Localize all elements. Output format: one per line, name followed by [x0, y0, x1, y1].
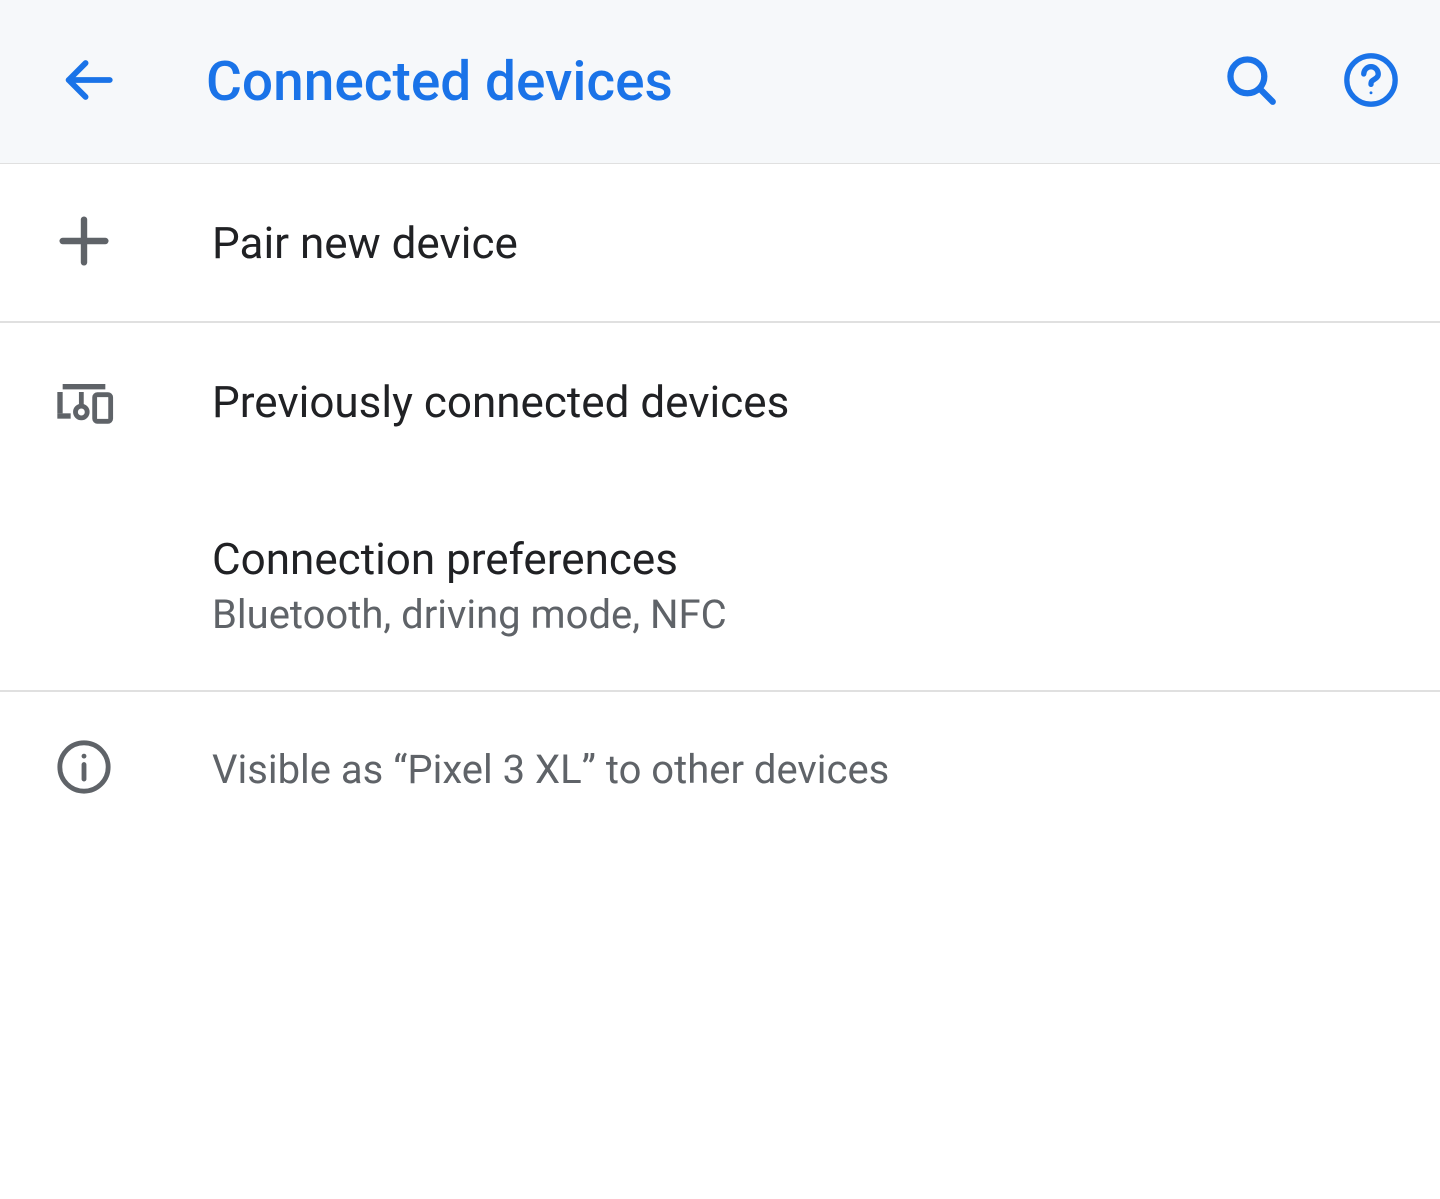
back-button[interactable]: [48, 42, 128, 122]
page-title: Connected devices: [206, 50, 1222, 114]
settings-list: Pair new device Previously connected dev…: [0, 164, 1440, 846]
connection-preferences-item[interactable]: Connection preferences Bluetooth, drivin…: [0, 480, 1440, 690]
previously-connected-item[interactable]: Previously connected devices: [0, 323, 1440, 480]
header-actions: [1222, 51, 1400, 113]
devices-icon: [52, 368, 116, 436]
prefs-title: Connection preferences: [212, 533, 727, 585]
back-arrow-icon: [59, 51, 117, 113]
info-icon: [55, 738, 113, 800]
header-bar: Connected devices: [0, 0, 1440, 164]
help-button[interactable]: [1342, 51, 1400, 113]
search-icon: [1222, 51, 1280, 113]
visibility-text: Visible as “Pixel 3 XL” to other devices: [212, 746, 889, 793]
visibility-info: Visible as “Pixel 3 XL” to other devices: [0, 692, 1440, 846]
search-button[interactable]: [1222, 51, 1280, 113]
prefs-subtitle: Bluetooth, driving mode, NFC: [212, 591, 727, 638]
help-icon: [1342, 51, 1400, 113]
plus-icon: [52, 209, 116, 277]
pair-new-device-item[interactable]: Pair new device: [0, 164, 1440, 321]
previous-title: Previously connected devices: [212, 376, 789, 428]
pair-title: Pair new device: [212, 217, 518, 269]
